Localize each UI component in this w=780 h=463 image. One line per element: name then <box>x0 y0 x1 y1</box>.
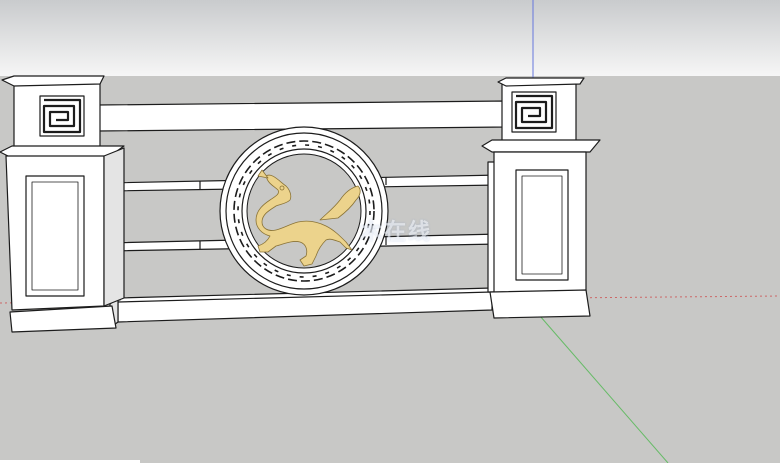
right-recessed-panel <box>515 169 569 281</box>
sketchup-viewport[interactable] <box>0 0 780 463</box>
round-medallion[interactable] <box>219 126 389 296</box>
left-recessed-panel <box>25 175 85 297</box>
left-fret-panel <box>39 95 85 137</box>
sky-background <box>0 0 780 76</box>
right-fret-panel <box>511 91 557 133</box>
railing-model[interactable] <box>0 75 601 333</box>
